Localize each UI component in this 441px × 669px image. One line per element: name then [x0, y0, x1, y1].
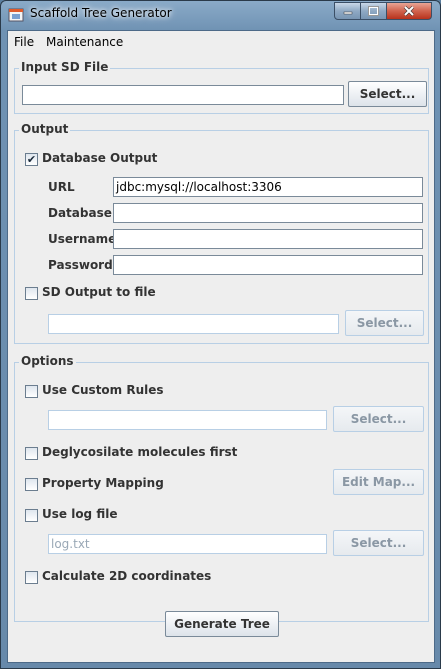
- input-sd-file-path-field[interactable]: [22, 85, 344, 105]
- url-label: URL: [48, 180, 75, 194]
- log-file-label: Use log file: [42, 507, 118, 521]
- checkmark-icon: ✔: [26, 153, 37, 166]
- output-legend: Output: [19, 122, 71, 136]
- close-button[interactable]: [386, 2, 432, 20]
- custom-rules-select-button[interactable]: Select...: [333, 406, 424, 432]
- deglycosilate-label: Deglycosilate molecules first: [42, 445, 238, 459]
- window-title: Scaffold Tree Generator: [30, 6, 172, 20]
- password-label: Password: [48, 258, 113, 272]
- database-output-checkbox[interactable]: ✔: [25, 153, 38, 166]
- menu-maintenance[interactable]: Maintenance: [46, 35, 123, 49]
- custom-rules-checkbox[interactable]: [25, 385, 38, 398]
- database-output-label: Database Output: [42, 151, 158, 165]
- options-legend: Options: [19, 354, 76, 368]
- options-group: Options Use Custom Rules Select... Degly…: [14, 354, 429, 622]
- input-sd-file-group: Input SD File Select...: [14, 60, 429, 114]
- calculate-2d-checkbox[interactable]: [25, 571, 38, 584]
- close-icon: [403, 6, 415, 16]
- custom-rules-path-field[interactable]: [48, 410, 327, 430]
- log-file-select-button[interactable]: Select...: [333, 530, 424, 556]
- custom-rules-label: Use Custom Rules: [42, 383, 164, 397]
- sd-output-label: SD Output to file: [42, 285, 156, 299]
- log-file-checkbox[interactable]: [25, 509, 38, 522]
- calculate-2d-label: Calculate 2D coordinates: [42, 569, 212, 583]
- input-select-button[interactable]: Select...: [348, 81, 427, 107]
- output-group: Output ✔ Database Output URL jdbc:mysql:…: [14, 122, 429, 344]
- title-bar[interactable]: Scaffold Tree Generator: [1, 1, 440, 29]
- menu-bar: File Maintenance: [8, 31, 434, 53]
- sd-output-select-button[interactable]: Select...: [345, 310, 424, 336]
- database-field[interactable]: [113, 203, 423, 223]
- edit-map-button[interactable]: Edit Map...: [333, 469, 424, 495]
- sd-output-checkbox[interactable]: [25, 287, 38, 300]
- username-field[interactable]: [113, 229, 423, 249]
- password-field[interactable]: [113, 255, 423, 275]
- client-area: File Maintenance Input SD File Select...…: [7, 30, 435, 663]
- username-label: Username: [48, 232, 117, 246]
- app-window-icon: [8, 8, 24, 22]
- sd-output-path-field[interactable]: [48, 314, 339, 334]
- application-window: Scaffold Tree Generator File Maintenance…: [0, 0, 441, 669]
- database-label: Database: [48, 206, 112, 220]
- deglycosilate-checkbox[interactable]: [25, 447, 38, 460]
- minimize-button[interactable]: [334, 2, 361, 20]
- generate-tree-button[interactable]: Generate Tree: [165, 611, 279, 637]
- maximize-icon: [368, 6, 379, 16]
- property-mapping-checkbox[interactable]: [25, 478, 38, 491]
- input-sd-file-legend: Input SD File: [19, 60, 111, 74]
- url-field[interactable]: jdbc:mysql://localhost:3306: [113, 177, 423, 197]
- minimize-icon: [343, 11, 352, 15]
- maximize-button[interactable]: [360, 2, 387, 20]
- log-file-path-field[interactable]: log.txt: [48, 534, 327, 554]
- menu-file[interactable]: File: [14, 35, 34, 49]
- property-mapping-label: Property Mapping: [42, 476, 164, 490]
